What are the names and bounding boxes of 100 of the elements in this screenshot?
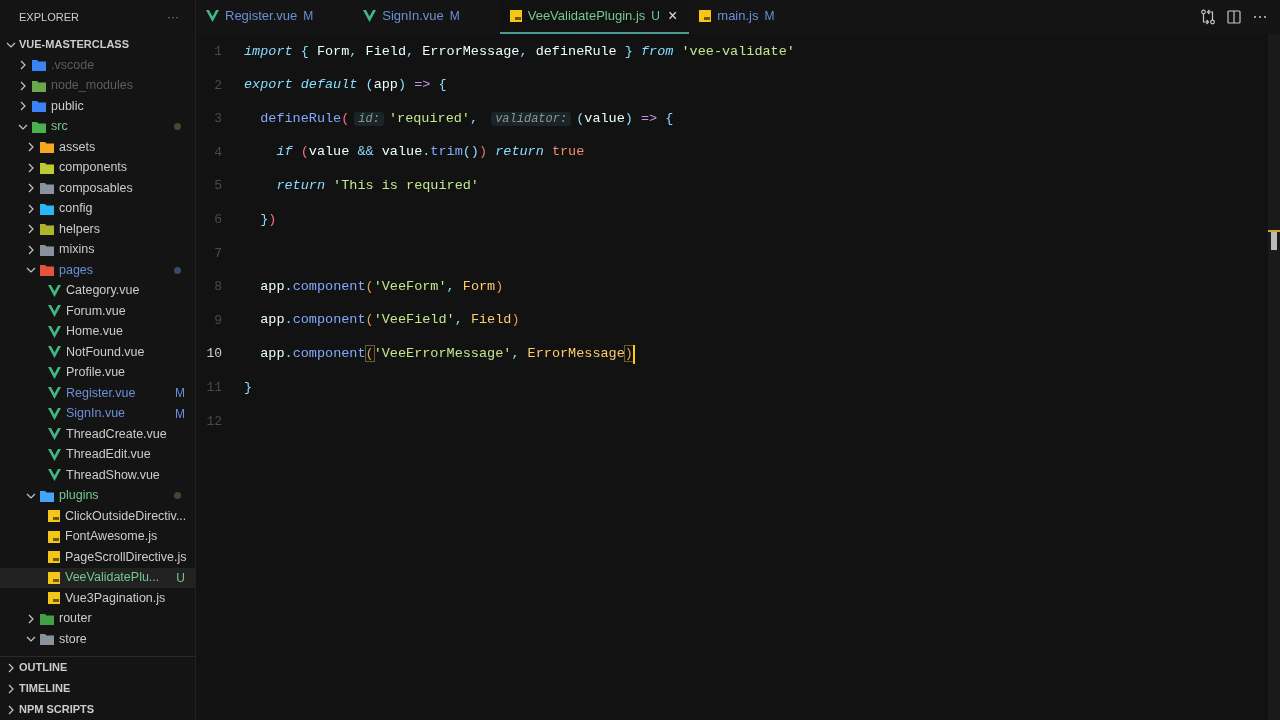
tree-item[interactable]: VeeValidatePlu... U (0, 567, 195, 588)
vue-icon (48, 428, 61, 441)
tree-item[interactable]: ThreadCreate.vue (0, 424, 195, 445)
vue-icon (206, 10, 219, 22)
tree-item[interactable]: config (0, 198, 195, 219)
chevron-right-icon[interactable] (18, 60, 28, 71)
file-name: VeeValidatePlu... (65, 569, 160, 587)
tree-item[interactable]: mixins (0, 239, 195, 260)
js-file-icon (48, 510, 60, 523)
line-number: 11 (205, 379, 222, 397)
git-status: U (176, 569, 185, 587)
file-name: SignIn.vue (66, 405, 126, 423)
chevron-right-icon[interactable] (6, 704, 16, 715)
project-folder[interactable]: VUE-MASTERCLASS (19, 36, 129, 53)
git-status: M (175, 405, 185, 423)
tree-item[interactable]: composables (0, 178, 195, 199)
line-number: 7 (213, 244, 222, 263)
file-name: composables (59, 179, 133, 197)
vue-icon (48, 305, 61, 318)
file-name: src (51, 118, 68, 136)
tree-item[interactable]: pages (0, 260, 195, 281)
chevron-right-icon[interactable] (18, 101, 28, 112)
line-number: 12 (205, 412, 222, 431)
tree-item[interactable]: ClickOutsideDirectiv... (0, 506, 195, 527)
chevron-right-icon[interactable] (26, 162, 36, 173)
file-name: Profile.vue (66, 364, 126, 382)
chevron-right-icon[interactable] (26, 142, 36, 153)
tree-item[interactable]: Category.vue (0, 280, 195, 301)
panel-header[interactable]: OUTLINE (19, 659, 68, 676)
tree-item[interactable]: FontAwesome.js (0, 526, 195, 547)
chevron-right-icon[interactable] (26, 613, 36, 624)
tree-item[interactable]: ThreadEdit.vue (0, 444, 195, 465)
line-number: 4 (213, 143, 222, 162)
tree-item[interactable]: public (0, 96, 195, 117)
vue-icon (48, 448, 61, 461)
file-name: Home.vue (66, 323, 123, 341)
chevron-right-icon[interactable] (26, 244, 36, 255)
git-status: M (175, 385, 185, 403)
js-file-icon (48, 551, 60, 564)
close-button[interactable]: × (667, 8, 678, 24)
line-number: 5 (213, 177, 222, 196)
chevron-right-icon[interactable] (26, 203, 36, 214)
tree-item[interactable]: Profile.vue (0, 362, 195, 383)
vue-icon (48, 346, 61, 359)
js-file-icon (509, 10, 522, 22)
file-name: router (59, 610, 92, 628)
tree-item[interactable]: NotFound.vue (0, 342, 195, 363)
vue-icon (48, 284, 61, 297)
line-number: 3 (213, 110, 222, 129)
panel-header[interactable]: TIMELINE (19, 680, 71, 697)
vue-icon (48, 366, 61, 379)
tree-item[interactable]: assets (0, 137, 195, 158)
more-button[interactable]: ··· (167, 8, 179, 26)
file-name: ThreadCreate.vue (66, 425, 167, 443)
more-icon[interactable] (1252, 15, 1268, 19)
code-line: defineRule( id: 'required', validator: (value) => { (259, 109, 674, 128)
tree-item[interactable]: Home.vue (0, 321, 195, 342)
tree-item[interactable]: SignIn.vue M (0, 403, 195, 424)
file-name: PageScrollDirective.js (65, 548, 187, 566)
code-line: import { Form, Field, ErrorMessage, defineRule } from 'vee-validate' (244, 42, 795, 61)
compare-changes-icon[interactable] (1200, 9, 1216, 25)
line-number: 10 (205, 345, 222, 364)
tree-item[interactable]: ThreadShow.vue (0, 465, 195, 486)
file-name: Category.vue (66, 282, 140, 300)
file-name: Register.vue (66, 384, 136, 402)
tree-item[interactable]: plugins (0, 485, 195, 506)
chevron-right-icon[interactable] (18, 80, 28, 91)
file-name: mixins (59, 241, 95, 259)
chevron-right-icon[interactable] (6, 683, 16, 694)
file-name: components (59, 159, 128, 177)
tree-item[interactable]: PageScrollDirective.js (0, 547, 195, 568)
scrollbar[interactable] (1268, 34, 1280, 720)
vue-icon (48, 387, 61, 400)
chevron-right-icon[interactable] (6, 662, 16, 673)
tree-item[interactable]: router (0, 608, 195, 629)
file-name: ThreadShow.vue (66, 466, 160, 484)
file-name: assets (59, 138, 96, 156)
file-name: NotFound.vue (66, 343, 145, 361)
line-number: 1 (213, 43, 222, 62)
code-line: app.component('VeeForm', Form) (259, 277, 504, 296)
tree-item[interactable]: src (0, 116, 195, 137)
tree-item[interactable]: Forum.vue (0, 301, 195, 322)
chevron-right-icon[interactable] (26, 224, 36, 235)
tree-item[interactable]: Register.vue M (0, 383, 195, 404)
line-number: 8 (213, 278, 222, 297)
line-number: 9 (213, 311, 222, 330)
code-line: } (244, 378, 253, 397)
file-name: FontAwesome.js (65, 528, 158, 546)
tree-item[interactable]: Vue3Pagination.js (0, 588, 195, 609)
tree-item[interactable]: store (0, 629, 195, 650)
panel-header[interactable]: NPM SCRIPTS (19, 701, 95, 718)
vue-icon (363, 10, 377, 22)
chevron-right-icon[interactable] (26, 183, 36, 194)
tree-item[interactable]: helpers (0, 219, 195, 240)
line-number: 6 (213, 211, 222, 229)
code-line: }) (259, 210, 277, 229)
code-line: app.component('VeeField', Field) (259, 311, 520, 330)
split-editor-icon[interactable] (1226, 9, 1242, 25)
vue-icon (48, 469, 61, 482)
tree-item[interactable]: components (0, 157, 195, 178)
